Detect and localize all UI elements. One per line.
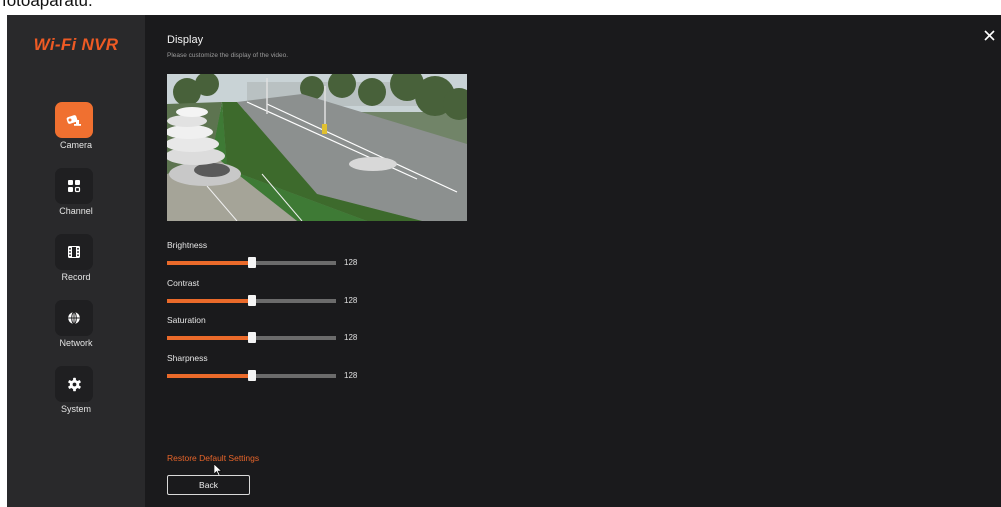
sharpness-slider-thumb[interactable] (247, 370, 256, 381)
sidebar-item-network[interactable]: Network (7, 300, 145, 356)
sidebar-item-label: System (60, 404, 91, 414)
contrast-value: 128 (344, 296, 358, 305)
film-icon (55, 234, 93, 270)
page-title: Display (167, 34, 204, 46)
saturation-slider-thumb[interactable] (247, 332, 256, 343)
globe-icon (55, 300, 93, 336)
saturation-value: 128 (344, 333, 358, 342)
brightness-slider-fill (167, 261, 252, 265)
close-icon (983, 29, 995, 41)
contrast-slider[interactable] (167, 295, 336, 306)
nvr-settings-window: Wi-Fi NVR Camera Channel Record Network … (7, 15, 1001, 507)
close-button[interactable] (981, 27, 997, 43)
sidebar-item-system[interactable]: System (7, 366, 145, 422)
page-caption-fragment: fotoaparátu. (2, 0, 93, 10)
contrast-slider-thumb[interactable] (247, 295, 256, 306)
brand-logo: Wi-Fi NVR (33, 35, 119, 54)
contrast-label: Contrast (167, 278, 200, 288)
gear-icon (55, 366, 93, 402)
brightness-value: 128 (344, 258, 358, 267)
saturation-slider-fill (167, 336, 252, 340)
sidebar-item-label: Channel (59, 206, 93, 216)
sharpness-slider-fill (167, 374, 252, 378)
sharpness-value: 128 (344, 371, 358, 380)
restore-default-settings-link[interactable]: Restore Default Settings (167, 453, 259, 463)
sidebar: Wi-Fi NVR Camera Channel Record Network … (7, 15, 145, 507)
sidebar-item-camera[interactable]: Camera (7, 102, 145, 158)
sidebar-item-record[interactable]: Record (7, 234, 145, 290)
sharpness-slider[interactable] (167, 370, 336, 381)
camera-icon (55, 102, 93, 138)
brightness-slider[interactable] (167, 257, 336, 268)
channel-grid-icon (55, 168, 93, 204)
sharpness-label: Sharpness (167, 353, 208, 363)
sidebar-item-label: Network (59, 338, 93, 348)
back-button[interactable]: Back (167, 475, 250, 495)
page-subtitle: Please customize the display of the vide… (167, 52, 289, 59)
sidebar-item-channel[interactable]: Channel (7, 168, 145, 224)
contrast-slider-fill (167, 299, 252, 303)
brightness-label: Brightness (167, 240, 208, 250)
sidebar-item-label: Record (61, 272, 91, 282)
display-settings-panel: Display Please customize the display of … (145, 15, 1001, 507)
camera-preview-image (167, 74, 467, 221)
brightness-slider-thumb[interactable] (247, 257, 256, 268)
saturation-label: Saturation (167, 315, 206, 325)
saturation-slider[interactable] (167, 332, 336, 343)
sidebar-item-label: Camera (59, 140, 92, 150)
